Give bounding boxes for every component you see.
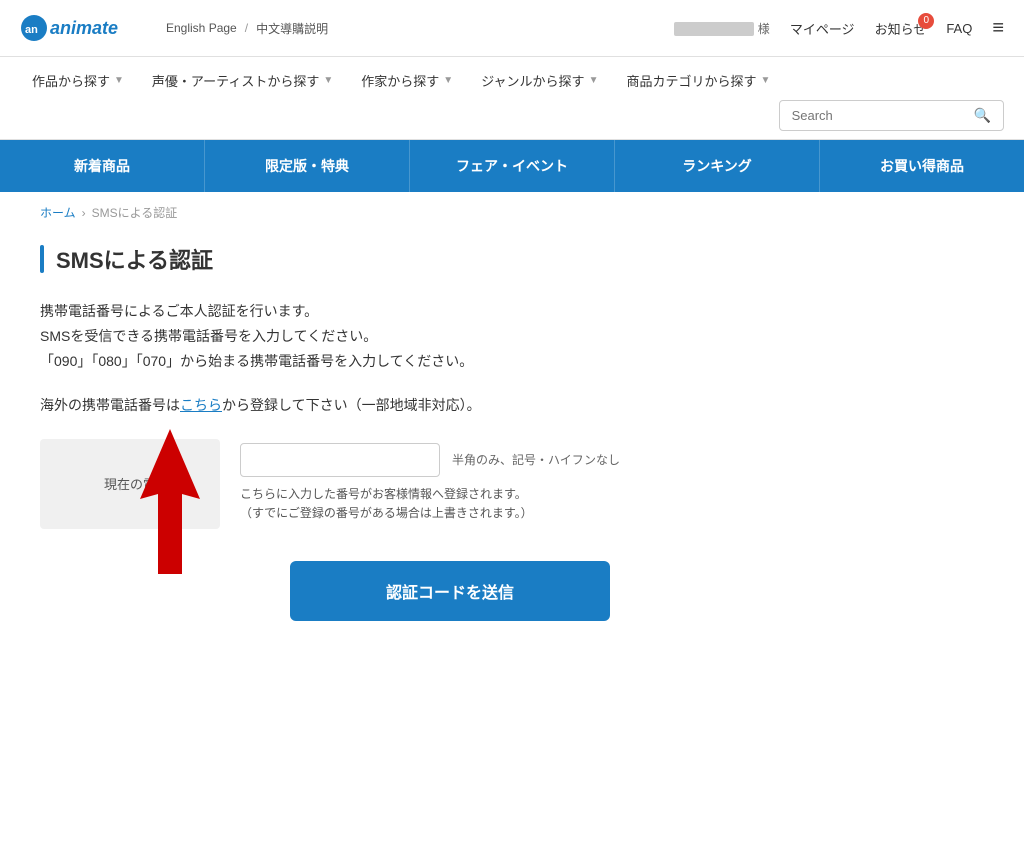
search-box[interactable]: 🔍 [779,100,1004,131]
form-wrapper: 現在の電 半角のみ、記号・ハイフンなし こちらに入力した番号がお客様情報へ登録さ… [40,439,860,529]
overseas-prefix: 海外の携帯電話番号は [40,397,180,413]
tab-new-products[interactable]: 新着商品 [0,140,205,192]
mypage-link[interactable]: マイページ [790,19,855,38]
tab-bargain[interactable]: お買い得商品 [820,140,1024,192]
animate-logo: an animate [20,10,130,46]
search-icon: 🔍 [974,107,991,124]
nav-label-works: 作品から探す [32,71,110,90]
tab-limited[interactable]: 限定版・特典 [205,140,410,192]
header: an animate English Page / 中文導購説明 様 マイページ… [0,0,1024,57]
nav-item-category[interactable]: 商品カテゴリから探す ▼ [614,65,782,96]
phone-input-area: 半角のみ、記号・ハイフンなし こちらに入力した番号がお客様情報へ登録されます。 … [240,439,620,523]
tab-bar: 新着商品 限定版・特典 フェア・イベント ランキング お買い得商品 [0,140,1024,192]
tab-ranking[interactable]: ランキング [615,140,820,192]
chevron-down-icon: ▼ [114,75,124,86]
title-bar-accent [40,245,44,273]
breadcrumb: ホーム › SMSによる認証 [0,192,1024,233]
nav-item-works[interactable]: 作品から探す ▼ [20,65,136,96]
nav-label-author: 作家から探す [361,71,439,90]
nav-label-genre: ジャンルから探す [481,71,584,90]
nav-label-voice: 声優・アーティストから探す [152,71,319,90]
notice-badge: 0 [918,13,934,29]
submit-button[interactable]: 認証コードを送信 [290,561,610,621]
breadcrumb-separator: › [82,206,86,220]
current-phone-label: 現在の電 [104,474,156,493]
nav-item-genre[interactable]: ジャンルから探す ▼ [469,65,610,96]
notice-area[interactable]: お知らせ 0 [875,19,927,38]
chevron-down-icon: ▼ [760,75,770,86]
hamburger-menu-icon[interactable]: ≡ [992,17,1004,40]
overseas-line: 海外の携帯電話番号はこちらから登録して下さい（一部地域非対応）。 [40,395,860,415]
svg-text:an: an [25,24,38,36]
nav-bar: 作品から探す ▼ 声優・アーティストから探す ▼ 作家から探す ▼ ジャンルから… [0,57,1024,140]
nav-item-voice[interactable]: 声優・アーティストから探す ▼ [140,65,345,96]
username-suffix: 様 [758,22,770,36]
main-content: SMSによる認証 携帯電話番号によるご本人認証を行います。 SMSを受信できる携… [0,233,900,661]
username-display: 様 [674,20,769,37]
phone-number-input[interactable] [240,443,440,477]
english-page-link[interactable]: English Page [166,21,237,35]
page-title-area: SMSによる認証 [40,243,860,275]
phone-input-row: 半角のみ、記号・ハイフンなし [240,443,620,477]
header-links: English Page / 中文導購説明 [166,20,328,37]
tab-fair-events[interactable]: フェア・イベント [410,140,615,192]
phone-note-line2: （すでにご登録の番号がある場合は上書きされます。） [240,504,620,523]
desc-line2: SMSを受信できる携帯電話番号を入力してください。 [40,324,860,349]
breadcrumb-current: SMSによる認証 [92,204,178,221]
phone-note: こちらに入力した番号がお客様情報へ登録されます。 （すでにご登録の番号がある場合… [240,485,620,523]
header-separator: / [245,21,248,35]
faq-link[interactable]: FAQ [946,21,972,36]
phone-hint: 半角のみ、記号・ハイフンなし [452,451,620,468]
overseas-suffix: から登録して下さい（一部地域非対応）。 [222,397,481,413]
nav-label-category: 商品カテゴリから探す [626,71,756,90]
chevron-down-icon: ▼ [443,75,453,86]
search-input[interactable] [792,108,968,123]
phone-note-line1: こちらに入力した番号がお客様情報へ登録されます。 [240,485,620,504]
desc-line1: 携帯電話番号によるご本人認証を行います。 [40,299,860,324]
form-section: 現在の電 半角のみ、記号・ハイフンなし こちらに入力した番号がお客様情報へ登録さ… [40,439,860,529]
page-title: SMSによる認証 [56,243,213,275]
logo[interactable]: an animate [20,10,130,46]
breadcrumb-home[interactable]: ホーム [40,204,76,221]
desc-line3: 「090」「080」「070」から始まる携帯電話番号を入力してください。 [40,349,860,374]
chevron-down-icon: ▼ [323,75,333,86]
header-user-area: 様 マイページ お知らせ 0 FAQ ≡ [674,17,1004,40]
chinese-guide-link[interactable]: 中文導購説明 [256,20,328,37]
current-phone-box: 現在の電 [40,439,220,529]
svg-text:animate: animate [50,18,118,38]
submit-area: 認証コードを送信 [40,561,860,621]
chevron-down-icon: ▼ [589,75,599,86]
nav-item-author[interactable]: 作家から探す ▼ [349,65,465,96]
page-description: 携帯電話番号によるご本人認証を行います。 SMSを受信できる携帯電話番号を入力し… [40,299,860,375]
overseas-link[interactable]: こちら [180,397,222,413]
